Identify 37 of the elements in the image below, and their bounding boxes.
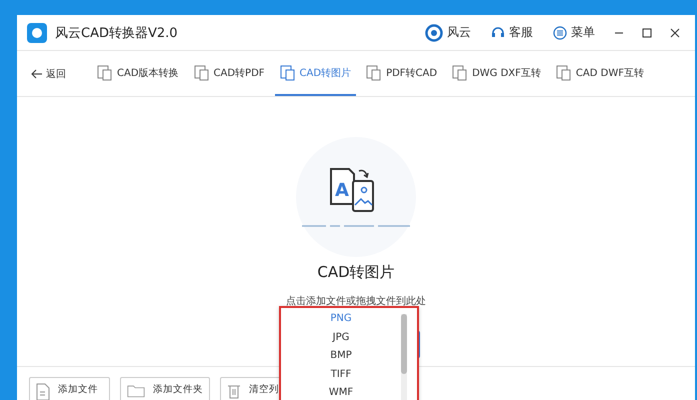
drop-zone-title: CAD转图片 bbox=[317, 263, 395, 282]
nav-tab[interactable]: CAD转图片 bbox=[274, 51, 356, 96]
nav-tab[interactable]: CAD转PDF bbox=[188, 51, 270, 96]
format-option[interactable]: JPG bbox=[332, 328, 350, 347]
maximize-icon bbox=[641, 26, 653, 38]
document-icon bbox=[556, 64, 572, 80]
header-link[interactable]: 菜单 bbox=[547, 24, 601, 41]
format-option[interactable]: BMP bbox=[330, 347, 352, 366]
drop-zone-hint: 点击添加文件或拖拽文件到此处 bbox=[286, 294, 426, 308]
menu-icon bbox=[553, 26, 567, 40]
back-button[interactable]: 返回 bbox=[25, 51, 72, 96]
window-title: 风云CAD转换器V2.0 bbox=[55, 24, 179, 42]
folder-icon bbox=[127, 383, 145, 399]
nav-tab[interactable]: CAD DWF互转 bbox=[550, 51, 649, 96]
document-icon bbox=[366, 64, 382, 80]
close-icon bbox=[669, 26, 681, 38]
app-logo-icon bbox=[27, 22, 47, 42]
nav-tab[interactable]: CAD版本转换 bbox=[92, 51, 184, 96]
format-option[interactable]: WMF bbox=[328, 384, 354, 400]
scroll-thumb[interactable] bbox=[401, 314, 407, 374]
document-icon bbox=[452, 64, 468, 80]
header-link[interactable]: 风云 bbox=[419, 24, 477, 42]
nav-tab[interactable]: PDF转CAD bbox=[361, 51, 442, 96]
header-link[interactable]: 客服 bbox=[485, 24, 539, 41]
ring-logo-icon bbox=[425, 24, 443, 42]
toolbar-button[interactable]: 添加文件夹 bbox=[120, 377, 210, 400]
document-icon bbox=[97, 64, 113, 80]
trash-icon bbox=[227, 383, 241, 399]
document-icon bbox=[194, 64, 210, 80]
file-icon bbox=[36, 383, 50, 400]
back-arrow-icon bbox=[31, 68, 43, 78]
headset-icon bbox=[491, 26, 505, 40]
format-option[interactable]: PNG bbox=[330, 310, 352, 328]
format-option[interactable]: TIFF bbox=[330, 366, 352, 384]
document-icon bbox=[280, 64, 296, 80]
toolbar-button[interactable]: 添加文件 bbox=[29, 377, 110, 400]
nav-tab[interactable]: DWG DXF互转 bbox=[447, 51, 546, 96]
